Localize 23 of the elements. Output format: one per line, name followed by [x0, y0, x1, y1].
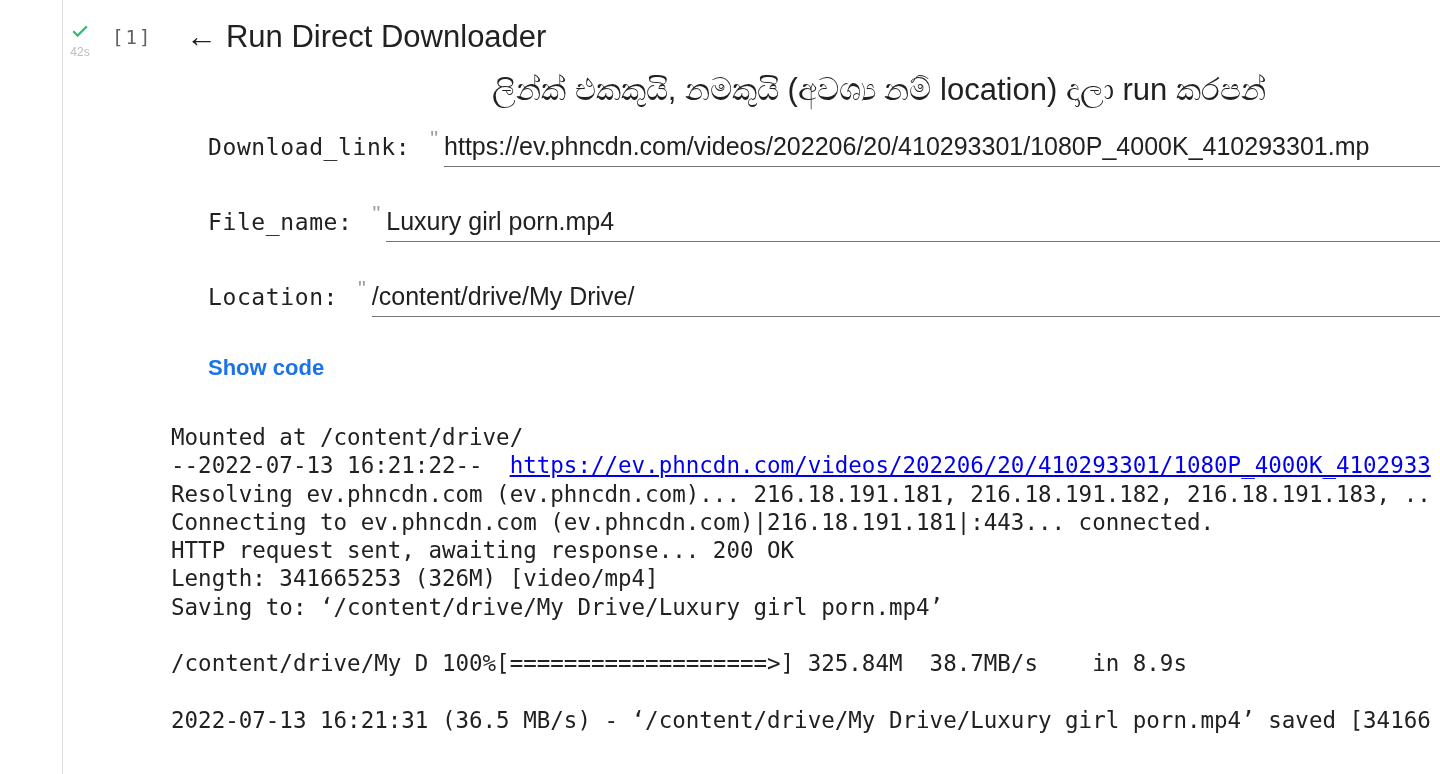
- run-duration: 42s: [70, 45, 90, 59]
- output-link[interactable]: https://ev.phncdn.com/videos/202206/20/410293301/1080P_4000K_4102933: [509, 451, 1431, 480]
- output-line: /content/drive/My D 100%[===================>] 325.84M 38.7MB/s in 8.9s: [171, 649, 1187, 678]
- cell-title: ← Run Direct Downloader: [186, 19, 547, 55]
- output-line: Saving to: ‘/content/drive/My Drive/Luxury girl porn.mp4’: [171, 592, 944, 622]
- field-label: File_name:: [208, 208, 353, 237]
- output-line: 2022-07-13 16:21:31 (36.5 MB/s) - ‘/content/drive/My Drive/Luxury girl porn.mp4’ saved [34166: [171, 705, 1431, 735]
- text-field[interactable]: https://ev.phncdn.com/videos/202206/20/410293301/1080P_4000K_410293301.mp: [444, 127, 1440, 167]
- output-line: Length: 341665253 (326M) [video/mp4]: [171, 564, 659, 593]
- output-line: HTTP request sent, awaiting response... 200 OK: [171, 536, 795, 565]
- output-line: --2022-07-13 16:21:22--: [171, 451, 484, 480]
- output-line: Resolving ev.phncdn.com (ev.phncdn.com)... 216.18.191.181, 216.18.191.182, 216.18.191.183, ..: [171, 479, 1431, 508]
- output-line: Connecting to ev.phncdn.com (ev.phncdn.com)|216.18.191.181|:443... connected.: [171, 507, 1215, 537]
- quote-mark: ": [430, 127, 439, 151]
- execution-count: [1]: [112, 25, 153, 49]
- field-label: Download_link:: [208, 133, 411, 162]
- text-field[interactable]: Luxury girl porn.mp4: [386, 202, 1440, 242]
- field-label: Location:: [208, 283, 339, 312]
- output-line: Mounted at /content/drive/: [171, 423, 524, 452]
- quote-mark: ": [358, 277, 366, 301]
- quote-mark: ": [372, 202, 381, 226]
- text-field[interactable]: /content/drive/My Drive/: [371, 277, 1440, 317]
- show-code-link[interactable]: Show code: [208, 353, 325, 383]
